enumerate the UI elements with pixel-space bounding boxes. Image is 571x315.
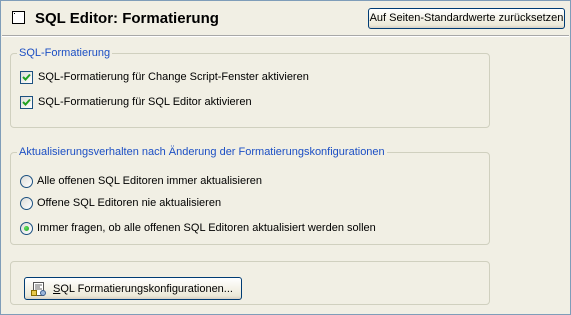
radio-always-update[interactable]: Alle offenen SQL Editoren immer aktualis… bbox=[20, 173, 262, 189]
group-legend: SQL-Formatierung bbox=[17, 47, 113, 59]
formatting-config-icon bbox=[31, 281, 46, 296]
page-header: SQL Editor: Formatierung Auf Seiten-Stan… bbox=[2, 2, 569, 37]
reset-to-defaults-button[interactable]: Auf Seiten-Standardwerte zurücksetzen bbox=[368, 8, 565, 29]
checkbox-sql-editor-formatting[interactable]: SQL-Formatierung für SQL Editor aktivier… bbox=[20, 94, 252, 110]
checkbox-label: SQL-Formatierung für Change Script-Fenst… bbox=[38, 71, 309, 83]
config-button-label: SQL Formatierungskonfigurationen... bbox=[53, 282, 233, 295]
formatting-configurations-button[interactable]: SQL Formatierungskonfigurationen... bbox=[24, 277, 242, 300]
checkmark-icon bbox=[22, 73, 31, 81]
checkbox[interactable] bbox=[20, 70, 33, 84]
radio-always-ask[interactable]: Immer fragen, ob alle offenen SQL Editor… bbox=[20, 220, 376, 236]
config-button-group: SQL Formatierungskonfigurationen... bbox=[10, 261, 490, 305]
radio-button[interactable] bbox=[20, 174, 33, 188]
options-page: SQL Editor: Formatierung Auf Seiten-Stan… bbox=[0, 0, 571, 315]
checkbox-change-script-formatting[interactable]: SQL-Formatierung für Change Script-Fenst… bbox=[20, 69, 309, 85]
group-legend: Aktualisierungsverhalten nach Änderung d… bbox=[17, 146, 387, 158]
update-behavior-group: Aktualisierungsverhalten nach Änderung d… bbox=[10, 146, 490, 245]
page-title: SQL Editor: Formatierung bbox=[35, 10, 219, 27]
square-icon bbox=[12, 11, 25, 24]
radio-selected-dot bbox=[24, 225, 29, 231]
checkbox[interactable] bbox=[20, 95, 33, 109]
radio-label: Offene SQL Editoren nie aktualisieren bbox=[37, 197, 222, 209]
radio-button[interactable] bbox=[20, 196, 33, 210]
checkmark-icon bbox=[22, 98, 31, 106]
radio-button[interactable] bbox=[20, 221, 33, 235]
header-divider bbox=[2, 35, 569, 37]
sql-formatting-group: SQL-Formatierung SQL-Formatierung für Ch… bbox=[10, 47, 490, 128]
radio-label: Immer fragen, ob alle offenen SQL Editor… bbox=[37, 222, 376, 234]
radio-label: Alle offenen SQL Editoren immer aktualis… bbox=[37, 175, 263, 187]
radio-never-update[interactable]: Offene SQL Editoren nie aktualisieren bbox=[20, 195, 221, 211]
checkbox-label: SQL-Formatierung für SQL Editor aktivier… bbox=[38, 96, 252, 108]
